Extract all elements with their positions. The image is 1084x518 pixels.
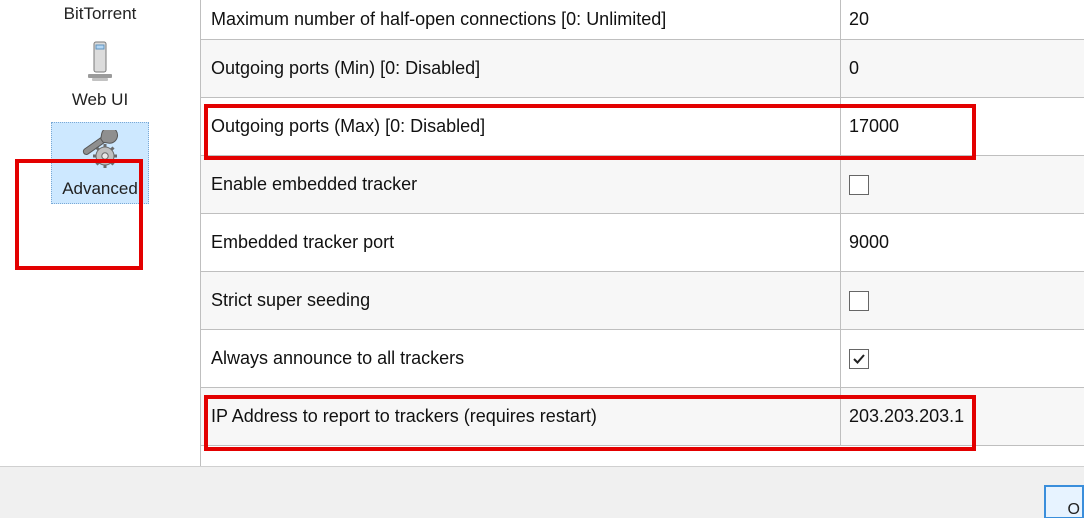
setting-label: Always announce to all trackers <box>201 330 841 387</box>
setting-value-outgoing-min[interactable]: 0 <box>841 40 1084 97</box>
setting-value-embedded-tracker-port[interactable]: 9000 <box>841 214 1084 271</box>
setting-label: Maximum number of half-open connections … <box>201 0 841 39</box>
sidebar-item-label: Web UI <box>72 90 128 110</box>
setting-row-outgoing-max: Outgoing ports (Max) [0: Disabled] 17000 <box>201 98 1084 156</box>
advanced-settings-grid: Maximum number of half-open connections … <box>200 0 1084 466</box>
server-icon <box>76 38 124 86</box>
setting-row-embedded-tracker: Enable embedded tracker <box>201 156 1084 214</box>
setting-label: Outgoing ports (Min) [0: Disabled] <box>201 40 841 97</box>
setting-label: Outgoing ports (Max) [0: Disabled] <box>201 98 841 155</box>
setting-row-half-open: Maximum number of half-open connections … <box>201 0 1084 40</box>
setting-value-outgoing-max[interactable]: 17000 <box>841 98 1084 155</box>
setting-label: Enable embedded tracker <box>201 156 841 213</box>
checkbox-always-announce[interactable] <box>849 349 869 369</box>
setting-row-always-announce: Always announce to all trackers <box>201 330 1084 388</box>
sidebar-item-label: BitTorrent <box>64 4 137 24</box>
checkbox-strict-super-seeding[interactable] <box>849 291 869 311</box>
setting-row-ip-report: IP Address to report to trackers (requir… <box>201 388 1084 446</box>
dialog-bottom-bar: O <box>0 466 1084 518</box>
sidebar-item-label: Advanced <box>62 179 138 199</box>
sidebar-item-advanced[interactable]: Advanced <box>51 122 149 204</box>
wrench-gear-icon <box>76 127 124 175</box>
checkbox-embedded-tracker[interactable] <box>849 175 869 195</box>
setting-label: Strict super seeding <box>201 272 841 329</box>
setting-row-outgoing-min: Outgoing ports (Min) [0: Disabled] 0 <box>201 40 1084 98</box>
sidebar-item-bittorrent[interactable]: BitTorrent <box>62 0 139 32</box>
setting-label: Embedded tracker port <box>201 214 841 271</box>
setting-label: IP Address to report to trackers (requir… <box>201 388 841 445</box>
setting-row-embedded-tracker-port: Embedded tracker port 9000 <box>201 214 1084 272</box>
sidebar-item-webui[interactable]: Web UI <box>70 34 130 114</box>
setting-value-ip-report[interactable]: 203.203.203.1 <box>841 388 1084 445</box>
settings-sidebar: BitTorrent Web UI <box>0 0 200 466</box>
ok-button-label: O <box>1068 501 1080 518</box>
setting-row-strict-super-seeding: Strict super seeding <box>201 272 1084 330</box>
setting-value-half-open[interactable]: 20 <box>841 0 1084 39</box>
